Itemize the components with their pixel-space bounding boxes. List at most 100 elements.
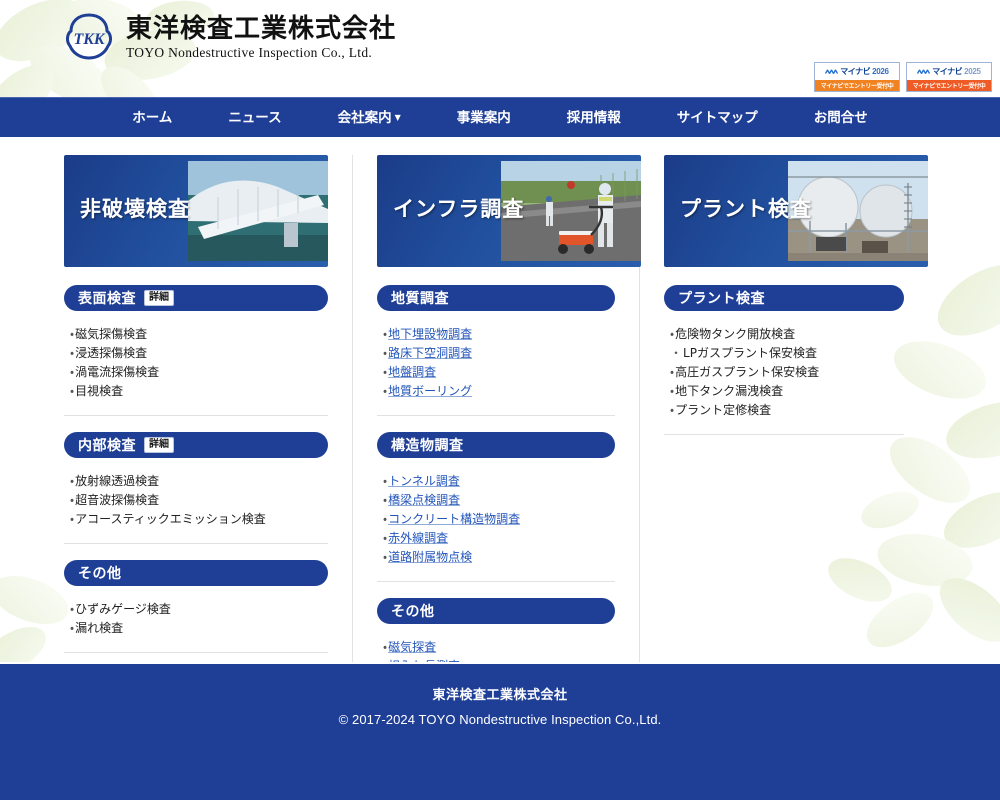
mynavi-banner-2025-top: マイナビ 2025 <box>907 63 991 80</box>
list-item-link[interactable]: 路床下空洞調査 <box>388 346 472 360</box>
mynavi-brand-2025: マイナビ <box>932 67 963 76</box>
section-header-other-col1: その他 <box>64 560 328 586</box>
list-item-link[interactable]: 地盤調査 <box>388 365 436 379</box>
list-item: 地下タンク漏洩検査 <box>670 382 904 401</box>
mynavi-banner-2026[interactable]: マイナビ 2026 マイナビでエントリー受付中 <box>814 62 900 92</box>
nav-item-company[interactable]: 会社案内 ▼ <box>310 98 429 138</box>
section-header-structure-survey: 構造物調査 <box>377 432 615 458</box>
detail-button-surface-inspection[interactable]: 詳細 <box>144 290 174 306</box>
list-item-link[interactable]: 磁気探査 <box>388 640 436 654</box>
list-item: 浸透探傷検査 <box>70 344 328 363</box>
list-item-label: 浸透探傷検査 <box>75 346 148 360</box>
section-divider <box>377 581 615 582</box>
list-item[interactable]: 地下埋設物調査 <box>383 325 615 344</box>
nav-item-company-label: 会社案内 <box>337 109 392 126</box>
nav-item-news[interactable]: ニュース <box>200 98 309 138</box>
nav-item-business[interactable]: 事業案内 <box>429 98 539 138</box>
nav-item-contact[interactable]: お問合せ <box>786 98 896 138</box>
section-title-internal-inspection: 内部検査 <box>78 438 136 454</box>
hero-card-nondestructive[interactable]: 非破壊検査 <box>64 155 328 267</box>
section-divider <box>64 543 328 544</box>
list-item: ひずみゲージ検査 <box>70 600 328 619</box>
company-name-jp: 東洋検査工業株式会社 <box>126 14 397 45</box>
column-plant-inspection: プラント検査 プラント検査 危険物タンク開放検査 LPガスプラント保安検査 高圧… <box>640 155 928 707</box>
page-root: TKK 東洋検査工業株式会社 TOYO Nondestructive Inspe… <box>0 0 1000 800</box>
section-list-internal-inspection: 放射線透過検査 超音波探傷検査 アコースティックエミッション検査 <box>64 470 328 529</box>
list-item-link[interactable]: 地下埋設物調査 <box>388 327 472 341</box>
nav-item-home-label: ホーム <box>132 109 173 126</box>
list-item-link[interactable]: 地質ボーリング <box>388 384 472 398</box>
list-item: アコースティックエミッション検査 <box>70 510 328 529</box>
section-list-plant-inspection: 危険物タンク開放検査 LPガスプラント保安検査 高圧ガスプラント保安検査 地下タ… <box>664 323 904 420</box>
hero-title-nondestructive: 非破壊検査 <box>80 197 190 221</box>
nav-item-sitemap-label: サイトマップ <box>676 109 758 126</box>
nav-item-sitemap[interactable]: サイトマップ <box>649 98 786 138</box>
main-content: 非破壊検査 表面検査 詳細 磁気探傷検査 浸透探傷検査 渦電流探傷検査 目視検査… <box>0 137 1000 707</box>
list-item-label: 磁気探傷検査 <box>75 327 148 341</box>
section-header-plant-inspection: プラント検査 <box>664 285 904 311</box>
list-item[interactable]: 路床下空洞調査 <box>383 344 615 363</box>
section-title-structure-survey: 構造物調査 <box>391 438 464 454</box>
list-item: 磁気探傷検査 <box>70 325 328 344</box>
list-item: LPガスプラント保安検査 <box>670 344 904 363</box>
mynavi-banner-2025[interactable]: マイナビ 2025 マイナビでエントリー受付中 <box>906 62 992 92</box>
list-item-link[interactable]: コンクリート構造物調査 <box>388 512 520 526</box>
nav-item-contact-label: お問合せ <box>813 109 868 126</box>
section-title-plant-inspection: プラント検査 <box>678 291 765 307</box>
section-title-other-col2: その他 <box>391 604 435 620</box>
mynavi-year-2026: 2026 <box>872 67 889 76</box>
section-divider <box>664 434 904 435</box>
list-item-label: 漏れ検査 <box>75 621 124 635</box>
list-item-link[interactable]: 道路附属物点検 <box>388 550 472 564</box>
list-item[interactable]: 磁気探査 <box>383 638 615 657</box>
list-item-link[interactable]: トンネル調査 <box>388 474 460 488</box>
list-item[interactable]: 橋梁点検調査 <box>383 491 615 510</box>
section-title-surface-inspection: 表面検査 <box>78 291 136 307</box>
mynavi-cta-2026[interactable]: マイナビでエントリー受付中 <box>815 80 899 91</box>
list-item-label: 目視検査 <box>75 384 124 398</box>
list-item[interactable]: コンクリート構造物調査 <box>383 510 615 529</box>
list-item-link[interactable]: 橋梁点検調査 <box>388 493 460 507</box>
site-logo[interactable]: TKK 東洋検査工業株式会社 TOYO Nondestructive Inspe… <box>64 13 396 61</box>
list-item: 渦電流探傷検査 <box>70 363 328 382</box>
detail-button-internal-inspection[interactable]: 詳細 <box>144 437 174 453</box>
list-item[interactable]: 地質ボーリング <box>383 382 615 401</box>
list-item[interactable]: 道路附属物点検 <box>383 548 615 567</box>
list-item: 高圧ガスプラント保安検査 <box>670 363 904 382</box>
section-divider <box>64 652 328 653</box>
section-header-other-col2: その他 <box>377 598 615 624</box>
list-item-label: 地下タンク漏洩検査 <box>675 384 784 398</box>
section-title-geological-survey: 地質調査 <box>391 291 449 307</box>
mynavi-zigzag-icon <box>825 69 839 74</box>
site-header: TKK 東洋検査工業株式会社 TOYO Nondestructive Inspe… <box>0 0 1000 97</box>
list-item: 超音波探傷検査 <box>70 491 328 510</box>
list-item-label: 高圧ガスプラント保安検査 <box>675 365 820 379</box>
list-item-label: 危険物タンク開放検査 <box>675 327 796 341</box>
section-list-other-col1: ひずみゲージ検査 漏れ検査 <box>64 598 328 638</box>
section-list-surface-inspection: 磁気探傷検査 浸透探傷検査 渦電流探傷検査 目視検査 <box>64 323 328 401</box>
footer-copyright: © 2017-2024 TOYO Nondestructive Inspecti… <box>338 712 662 727</box>
nav-item-news-label: ニュース <box>228 109 282 126</box>
nav-item-recruit[interactable]: 採用情報 <box>539 98 649 138</box>
nav-item-home[interactable]: ホーム <box>104 98 200 138</box>
nav-item-business-label: 事業案内 <box>456 109 511 126</box>
mynavi-cta-2025[interactable]: マイナビでエントリー受付中 <box>907 80 991 91</box>
column-nondestructive-inspection: 非破壊検査 表面検査 詳細 磁気探傷検査 浸透探傷検査 渦電流探傷検査 目視検査… <box>64 155 352 707</box>
list-item-link[interactable]: 赤外線調査 <box>388 531 448 545</box>
list-item-label: 超音波探傷検査 <box>75 493 160 507</box>
tkk-logo-icon: TKK <box>66 13 112 60</box>
column-infrastructure-survey: インフラ調査 地質調査 地下埋設物調査 路床下空洞調査 地盤調査 地質ボーリング… <box>352 155 641 707</box>
section-divider <box>377 415 615 416</box>
bridge-photo <box>188 161 328 261</box>
list-item[interactable]: 赤外線調査 <box>383 529 615 548</box>
hero-card-infrastructure[interactable]: インフラ調査 <box>377 155 641 267</box>
list-item-label: 渦電流探傷検査 <box>75 365 160 379</box>
list-item[interactable]: 地盤調査 <box>383 363 615 382</box>
list-item[interactable]: トンネル調査 <box>383 472 615 491</box>
mynavi-year-2025: 2025 <box>964 67 981 76</box>
mynavi-zigzag-icon <box>917 69 931 74</box>
company-name-en: TOYO Nondestructive Inspection Co., Ltd. <box>126 45 373 61</box>
hero-card-plant[interactable]: プラント検査 <box>664 155 928 267</box>
list-item: 危険物タンク開放検査 <box>670 325 904 344</box>
mynavi-banner-2026-top: マイナビ 2026 <box>815 63 899 80</box>
